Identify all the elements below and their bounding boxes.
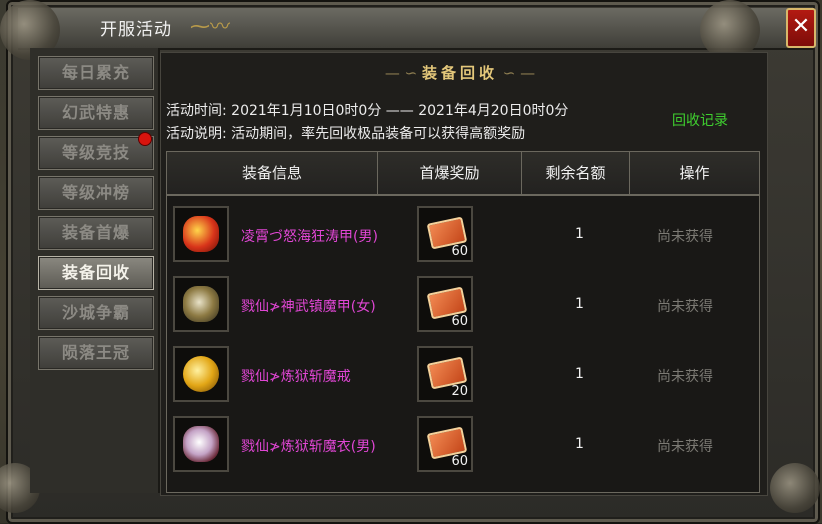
table-row: 凌霄づ怒海狂涛甲(男) 60 1 尚未获得 (167, 202, 759, 272)
section-title: — ∽ 装备回收 ∽ — (375, 62, 545, 83)
equip-name: 戮仙≯神武镇魔甲(女) (241, 299, 376, 315)
equip-icon-slot[interactable] (173, 276, 229, 332)
equip-icon-slot[interactable] (173, 346, 229, 402)
window-title: 开服活动 (100, 20, 172, 40)
section-title-text: 装备回收 (421, 64, 498, 82)
sidebar-item-weapon-special[interactable]: 幻武特惠 (38, 96, 154, 130)
notification-dot-icon (138, 132, 152, 146)
remaining-count: 1 (575, 436, 584, 452)
sidebar-item-equip-recycle[interactable]: 装备回收 (38, 256, 154, 290)
remaining-count: 1 (575, 226, 584, 242)
column-header-equip-info: 装备信息 (167, 152, 378, 194)
reward-icon-slot[interactable]: 60 (417, 206, 473, 262)
sidebar-item-level-ranking[interactable]: 等级冲榜 (38, 176, 154, 210)
reward-icon-slot[interactable]: 60 (417, 276, 473, 332)
equip-icon-slot[interactable] (173, 416, 229, 472)
sidebar-item-castle-war[interactable]: 沙城争霸 (38, 296, 154, 330)
dragon-ornament-right-icon (700, 0, 760, 60)
gold-ring-icon (183, 356, 219, 392)
close-button[interactable]: ✕ (786, 8, 816, 48)
activity-description: 活动说明: 活动期间，率先回收极品装备可以获得高额奖励 (166, 126, 526, 142)
equip-name: 凌霄づ怒海狂涛甲(男) (241, 229, 378, 245)
remaining-count: 1 (575, 296, 584, 312)
spiked-armor-icon (183, 286, 219, 322)
status-not-obtained: 尚未获得 (657, 229, 713, 245)
remaining-count: 1 (575, 366, 584, 382)
table-row: 戮仙≯神武镇魔甲(女) 60 1 尚未获得 (167, 272, 759, 342)
equip-name: 戮仙≯炼狱斩魔衣(男) (241, 439, 376, 455)
recycle-record-link[interactable]: 回收记录 (672, 110, 728, 130)
reward-count: 60 (451, 314, 468, 329)
column-header-action: 操作 (679, 164, 710, 182)
title-dash-left-icon: — ∽ (384, 64, 422, 82)
table-header: 装备信息 首爆奖励 剩余名额 操作 (167, 152, 759, 196)
title-ornament-icon: ⁓〰 (190, 14, 230, 38)
status-not-obtained: 尚未获得 (657, 369, 713, 385)
reward-count: 60 (451, 454, 468, 469)
sidebar: 每日累充 幻武特惠 等级竞技 等级冲榜 装备首爆 装备回收 沙城争霸 陨落王冠 (30, 48, 160, 493)
red-armor-icon (183, 216, 219, 252)
equip-icon-slot[interactable] (173, 206, 229, 262)
sidebar-item-equip-first-drop[interactable]: 装备首爆 (38, 216, 154, 250)
white-robe-icon (183, 426, 219, 462)
table-row: 戮仙≯炼狱斩魔衣(男) 60 1 尚未获得 (167, 412, 759, 482)
activity-time: 活动时间: 2021年1月10日0时0分 —— 2021年4月20日0时0分 (166, 103, 569, 119)
column-header-remaining: 剩余名额 (522, 152, 630, 194)
status-not-obtained: 尚未获得 (657, 299, 713, 315)
sidebar-item-daily-recharge[interactable]: 每日累充 (38, 56, 154, 90)
sidebar-item-fallen-crown[interactable]: 陨落王冠 (38, 336, 154, 370)
column-header-first-reward: 首爆奖励 (378, 152, 522, 194)
reward-count: 60 (451, 244, 468, 259)
sidebar-item-level-competition[interactable]: 等级竞技 (38, 136, 154, 170)
equip-name: 戮仙≯炼狱斩魔戒 (241, 369, 351, 385)
status-not-obtained: 尚未获得 (657, 439, 713, 455)
table-row: 戮仙≯炼狱斩魔戒 20 1 尚未获得 (167, 342, 759, 412)
dragon-ornament-bottom-right-icon (770, 463, 820, 513)
reward-icon-slot[interactable]: 20 (417, 346, 473, 402)
reward-icon-slot[interactable]: 60 (417, 416, 473, 472)
recycle-table: 装备信息 首爆奖励 剩余名额 操作 凌霄づ怒海狂涛甲(男) 60 1 尚未获得 … (166, 151, 760, 493)
title-dash-right-icon: ∽ — (498, 64, 536, 82)
reward-count: 20 (451, 384, 468, 399)
